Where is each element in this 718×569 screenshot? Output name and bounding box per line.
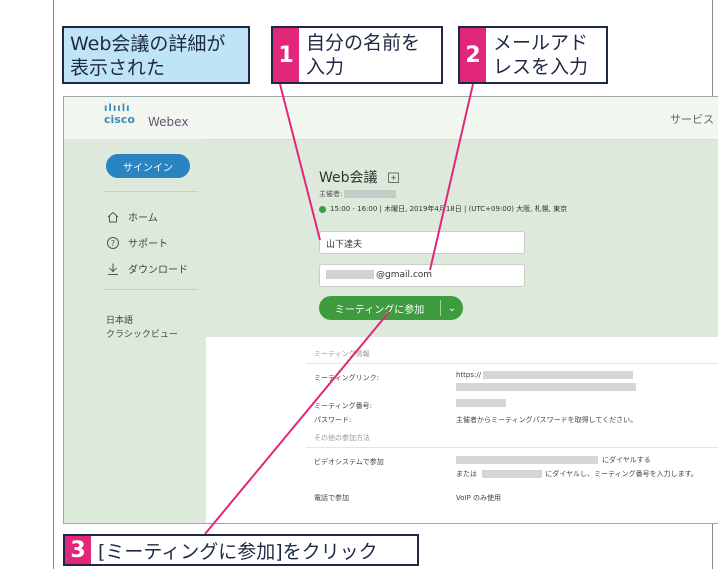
- meeting-number-value: [456, 399, 506, 407]
- password-label: パスワード:: [314, 416, 352, 424]
- phone-label: 電話で参加: [314, 494, 349, 502]
- callout-step2: 2 メールアド レスを入力: [458, 26, 608, 84]
- cisco-webex-logo[interactable]: ılıılı cisco Webex: [104, 103, 188, 128]
- step-number: 2: [460, 28, 486, 82]
- section-meeting-info: ミーティング情報: [314, 350, 370, 358]
- join-meeting-button[interactable]: ミーティングに参加 ⌄: [319, 296, 463, 320]
- join-meeting-label: ミーティングに参加: [334, 304, 425, 316]
- meeting-time-text: 15:00 - 16:00 | 木曜日, 2019年4月18日 | (UTC+0…: [330, 205, 568, 213]
- email-redacted: [326, 270, 374, 279]
- sidebar-item-label: ホーム: [128, 213, 158, 224]
- callout-step1: 1 自分の名前を 入力: [271, 26, 443, 84]
- svg-text:?: ?: [111, 239, 115, 248]
- chevron-down-icon[interactable]: ⌄: [441, 303, 463, 314]
- top-bar: ılıılı cisco Webex サービス: [64, 97, 718, 140]
- meeting-time: 15:00 - 16:00 | 木曜日, 2019年4月18日 | (UTC+0…: [319, 204, 567, 214]
- meeting-details: ミーティング情報 ミーティングリンク: https:// ミーティング番号: パ…: [206, 337, 718, 523]
- add-calendar-icon[interactable]: [387, 172, 399, 183]
- step-text: 自分の名前を 入力: [306, 32, 421, 78]
- meeting-title-text: Web会議: [319, 170, 378, 186]
- link-redacted: [483, 371, 634, 379]
- status-dot: [319, 205, 326, 213]
- callout-step3: 3 [ミーティングに参加]をクリック: [63, 534, 419, 566]
- step-number: 1: [273, 28, 299, 82]
- sidebar-divider: [104, 289, 198, 290]
- home-icon: [107, 211, 119, 222]
- video-system-line2: または にダイヤルし、ミーティング番号を入力します。: [456, 469, 698, 479]
- language-selector[interactable]: 日本語: [106, 313, 133, 326]
- link-redacted-line2: [456, 383, 636, 391]
- download-icon: [108, 263, 118, 275]
- video-system-text2: にダイヤルし、ミーティング番号を入力します。: [545, 470, 698, 478]
- video-system-line1: にダイヤルする: [456, 455, 651, 465]
- meeting-link-prefix: https://: [456, 371, 482, 379]
- video-system-label: ビデオシステムで参加: [314, 458, 384, 466]
- step-text: メールアド レスを入力: [493, 32, 589, 78]
- meeting-title: Web会議: [319, 167, 399, 187]
- step-text: [ミーティングに参加]をクリック: [98, 541, 378, 563]
- sidebar: サインイン ホーム ? サポート ダウンロード 日本語 クラシックビュー: [64, 139, 206, 523]
- step-number: 3: [65, 536, 91, 564]
- meeting-number-label: ミーティング番号:: [314, 402, 372, 410]
- divider: [306, 363, 718, 364]
- sidebar-divider: [104, 191, 198, 192]
- sidebar-item-download[interactable]: ダウンロード: [106, 261, 188, 276]
- sidebar-item-label: ダウンロード: [128, 265, 188, 276]
- help-icon: ?: [107, 236, 119, 249]
- host-name-redacted: [344, 190, 397, 198]
- host-label: 主催者:: [319, 190, 343, 198]
- video-system-or: または: [456, 470, 477, 478]
- email-input[interactable]: @gmail.com: [319, 264, 525, 287]
- host-info: 主催者:: [319, 189, 397, 199]
- callout-info: Web会議の詳細が 表示された: [62, 26, 250, 84]
- meeting-panel: Web会議 主催者: 15:00 - 16:00 | 木曜日, 2019年4月1…: [206, 139, 718, 523]
- section-other-methods: その他の参加方法: [314, 434, 370, 442]
- sidebar-item-home[interactable]: ホーム: [106, 209, 158, 224]
- email-domain: @gmail.com: [376, 270, 433, 280]
- name-input[interactable]: 山下達夫: [319, 231, 525, 254]
- webex-logo-text: Webex: [148, 115, 189, 129]
- sidebar-item-support[interactable]: ? サポート: [106, 235, 168, 250]
- phone-value: VoIP のみ使用: [456, 494, 502, 502]
- meeting-link-label: ミーティングリンク:: [314, 374, 379, 382]
- video-system-text1: にダイヤルする: [602, 456, 651, 464]
- sidebar-item-label: サポート: [128, 239, 168, 250]
- cisco-logo-text: cisco: [104, 113, 135, 126]
- webex-screenshot: ılıılı cisco Webex サービス サインイン ホーム ? サポート…: [63, 96, 718, 524]
- classic-view-link[interactable]: クラシックビュー: [106, 327, 178, 340]
- signin-button[interactable]: サインイン: [106, 154, 190, 178]
- divider: [306, 447, 718, 448]
- meeting-link-value[interactable]: https://: [456, 371, 634, 379]
- service-link[interactable]: サービス: [670, 111, 714, 127]
- password-value: 主催者からミーティングパスワードを取得してください。: [456, 416, 638, 424]
